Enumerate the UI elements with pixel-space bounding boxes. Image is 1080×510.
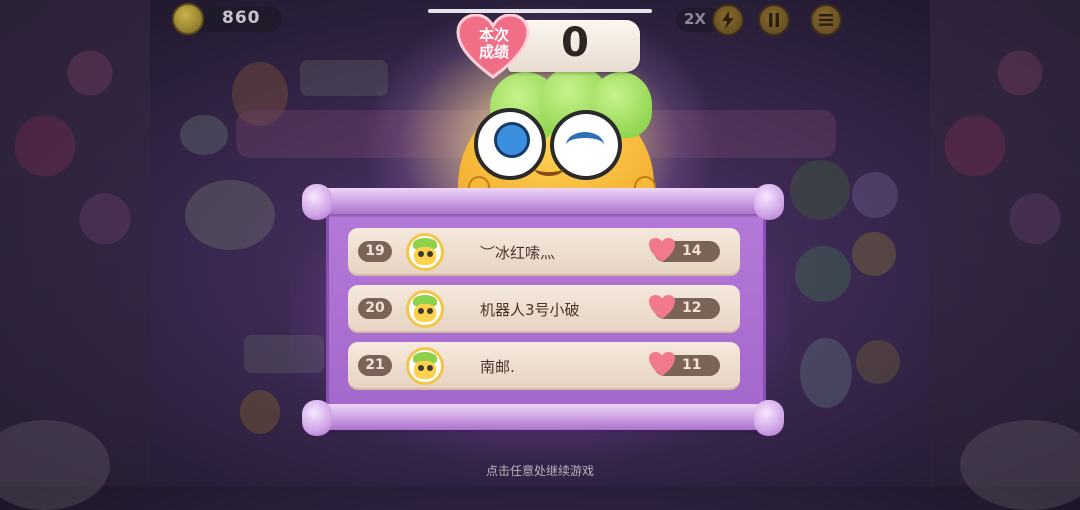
enemy-monster-2 (852, 172, 898, 218)
rank-badge: 19 (358, 241, 392, 262)
enemy-monster-6 (856, 340, 900, 384)
teapot-decoration (185, 180, 275, 250)
scroll-bottom-knob-left (302, 400, 332, 436)
tower-decoration (240, 390, 280, 434)
enemy-monster-3 (795, 246, 851, 302)
player-name: ︶冰红嗦灬 (480, 244, 556, 262)
coin-icon (172, 3, 204, 35)
leaderboard-row[interactable]: 20 机器人3号小破 12 (348, 285, 740, 333)
score-badge-label: 本次 成绩 (466, 27, 522, 61)
menu-button[interactable] (810, 4, 842, 36)
lightning-icon (722, 11, 734, 29)
rank-badge: 20 (358, 298, 392, 319)
right-tree-decoration (930, 0, 1080, 486)
scroll-top-knob-left (302, 184, 332, 220)
scroll-bottom-knob-right (754, 400, 784, 436)
pause-icon (769, 13, 779, 27)
player-hearts: 12 (682, 300, 702, 316)
leaderboard-row[interactable]: 19 ︶冰红嗦灬 14 (348, 228, 740, 276)
badge-line-1: 本次 (478, 26, 509, 44)
enemy-monster-5 (800, 338, 852, 408)
menu-icon (819, 14, 833, 26)
player-avatar (406, 290, 444, 328)
mascot-sad-eye (566, 132, 604, 158)
scroll-top-rod (312, 188, 774, 214)
current-score: 0 (561, 20, 589, 66)
heart-icon (649, 238, 675, 262)
home-indicator[interactable] (428, 9, 652, 13)
enemy-monster-1 (790, 160, 850, 220)
left-tree-decoration (0, 0, 150, 486)
player-hearts: 14 (682, 243, 702, 259)
player-hearts: 11 (682, 357, 702, 373)
mascot-left-pupil (494, 122, 530, 158)
rank-badge: 21 (358, 355, 392, 376)
player-avatar (406, 233, 444, 271)
pause-button[interactable] (758, 4, 790, 36)
scroll-top-knob-right (754, 184, 784, 220)
scroll-bottom-rod (312, 404, 774, 430)
player-name: 机器人3号小破 (480, 301, 580, 319)
coin-amount: 860 (222, 8, 261, 28)
badge-line-2: 成绩 (478, 43, 509, 61)
enemy-monster-4 (852, 232, 896, 276)
player-avatar (406, 347, 444, 385)
pot-decoration (180, 115, 228, 155)
player-name: 南邮. (480, 358, 515, 376)
speed-label: 2X (684, 10, 707, 28)
continue-hint[interactable]: 点击任意处继续游戏 (0, 462, 1080, 479)
lightning-button[interactable] (712, 4, 744, 36)
heart-icon (649, 352, 675, 376)
heart-icon (649, 295, 675, 319)
leaderboard-row[interactable]: 21 南邮. 11 (348, 342, 740, 390)
mascot-mouth (534, 160, 564, 176)
